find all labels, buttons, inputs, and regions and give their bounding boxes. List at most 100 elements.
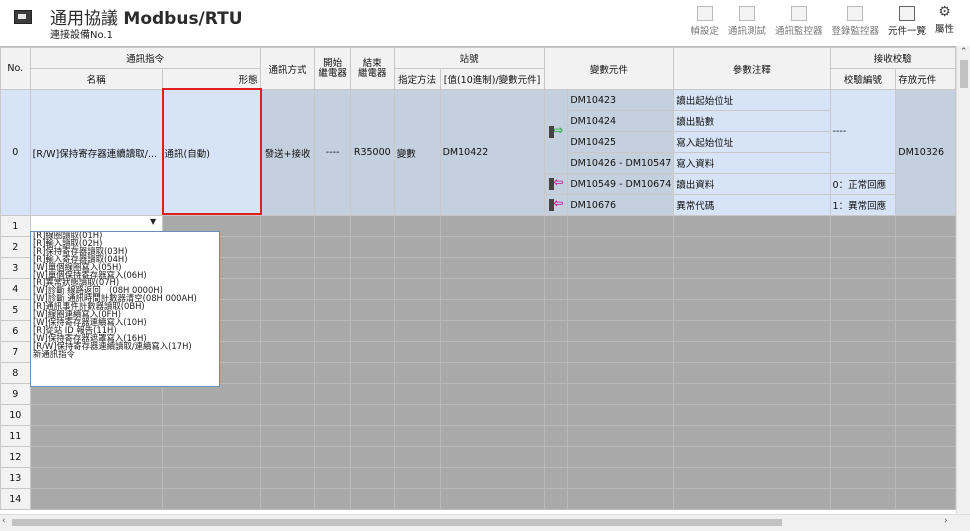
empty-cell[interactable] <box>439 383 545 405</box>
empty-cell[interactable] <box>314 341 351 363</box>
table-row[interactable]: 13 <box>0 467 956 489</box>
empty-cell[interactable] <box>439 341 545 363</box>
empty-cell[interactable] <box>259 488 316 510</box>
empty-cell[interactable] <box>314 446 351 468</box>
empty-cell[interactable] <box>673 236 831 258</box>
empty-cell[interactable] <box>393 362 441 384</box>
empty-cell[interactable] <box>314 257 351 279</box>
properties-button[interactable]: ⚙ 屬性 <box>935 5 954 37</box>
empty-cell[interactable] <box>829 362 897 384</box>
empty-cell[interactable] <box>567 467 675 489</box>
empty-cell[interactable] <box>567 362 675 384</box>
table-row[interactable]: 14 <box>0 488 956 510</box>
empty-cell[interactable] <box>439 404 545 426</box>
table-row[interactable]: 12 <box>0 446 956 468</box>
command-dropdown-list[interactable]: [R]線圈讀取(01H) [R]輸入讀取(02H) [R]保持寄存器讀取(03H)[… <box>30 231 220 387</box>
empty-cell[interactable] <box>259 383 316 405</box>
empty-cell[interactable] <box>895 446 956 468</box>
empty-cell[interactable] <box>314 488 351 510</box>
empty-cell[interactable] <box>393 383 441 405</box>
empty-cell[interactable] <box>29 404 163 426</box>
param-note-cell[interactable]: 讀出資料 <box>673 173 831 195</box>
empty-cell[interactable] <box>895 257 956 279</box>
empty-cell[interactable] <box>829 488 897 510</box>
param-note-cell[interactable]: 寫入起始位址 <box>673 131 831 153</box>
empty-cell[interactable] <box>673 488 831 510</box>
empty-cell[interactable] <box>829 299 897 321</box>
empty-cell[interactable] <box>259 341 316 363</box>
empty-cell[interactable] <box>161 425 261 447</box>
comm-monitor-button[interactable]: 通訊監控器 <box>775 6 822 37</box>
empty-cell[interactable] <box>829 425 897 447</box>
check-num-cell[interactable]: 0：正常回應 <box>829 173 897 195</box>
empty-cell[interactable] <box>439 299 545 321</box>
empty-cell[interactable] <box>259 362 316 384</box>
empty-cell[interactable] <box>314 467 351 489</box>
empty-cell[interactable] <box>543 446 569 468</box>
table-row[interactable]: 10 <box>0 404 956 426</box>
empty-cell[interactable] <box>543 257 569 279</box>
empty-cell[interactable] <box>393 236 441 258</box>
empty-cell[interactable] <box>259 467 316 489</box>
empty-cell[interactable] <box>543 299 569 321</box>
empty-cell[interactable] <box>543 383 569 405</box>
empty-cell[interactable] <box>829 404 897 426</box>
empty-cell[interactable] <box>349 236 395 258</box>
empty-cell[interactable] <box>161 488 261 510</box>
empty-cell[interactable] <box>673 383 831 405</box>
spec-method-cell[interactable]: 變數 <box>393 89 441 216</box>
empty-cell[interactable] <box>393 299 441 321</box>
empty-cell[interactable] <box>314 383 351 405</box>
empty-cell[interactable] <box>895 383 956 405</box>
empty-cell[interactable] <box>349 215 395 237</box>
empty-cell[interactable] <box>543 278 569 300</box>
var-device-cell[interactable]: DM10426 - DM10547 <box>567 152 675 174</box>
empty-cell[interactable] <box>673 446 831 468</box>
empty-cell[interactable] <box>259 257 316 279</box>
empty-cell[interactable] <box>543 341 569 363</box>
param-note-cell[interactable]: 讀出點數 <box>673 110 831 132</box>
empty-cell[interactable] <box>349 257 395 279</box>
cmd-name-cell[interactable]: [R/W]保持寄存器連續讀取/... <box>29 89 163 216</box>
empty-cell[interactable] <box>567 299 675 321</box>
param-note-cell[interactable]: 讀出起始位址 <box>673 89 831 111</box>
horizontal-scrollbar[interactable]: ‹ › <box>0 514 970 531</box>
empty-cell[interactable] <box>314 404 351 426</box>
empty-cell[interactable] <box>393 320 441 342</box>
empty-cell[interactable] <box>349 299 395 321</box>
empty-cell[interactable] <box>29 446 163 468</box>
empty-cell[interactable] <box>673 341 831 363</box>
empty-cell[interactable] <box>829 257 897 279</box>
empty-cell[interactable] <box>673 215 831 237</box>
empty-cell[interactable] <box>673 320 831 342</box>
empty-cell[interactable] <box>895 488 956 510</box>
empty-cell[interactable] <box>259 404 316 426</box>
empty-cell[interactable] <box>393 278 441 300</box>
empty-cell[interactable] <box>829 236 897 258</box>
param-note-cell[interactable]: 寫入資料 <box>673 152 831 174</box>
empty-cell[interactable] <box>895 299 956 321</box>
empty-cell[interactable] <box>29 425 163 447</box>
empty-cell[interactable] <box>439 215 545 237</box>
empty-cell[interactable] <box>314 425 351 447</box>
empty-cell[interactable] <box>543 467 569 489</box>
empty-cell[interactable] <box>314 278 351 300</box>
empty-cell[interactable] <box>439 278 545 300</box>
empty-cell[interactable] <box>895 236 956 258</box>
empty-cell[interactable] <box>567 257 675 279</box>
empty-cell[interactable] <box>439 320 545 342</box>
empty-cell[interactable] <box>393 215 441 237</box>
empty-cell[interactable] <box>567 215 675 237</box>
empty-cell[interactable] <box>567 446 675 468</box>
empty-cell[interactable] <box>829 320 897 342</box>
device-list-button[interactable]: 元件一覽 <box>888 6 926 37</box>
empty-cell[interactable] <box>393 467 441 489</box>
empty-cell[interactable] <box>829 467 897 489</box>
var-device-cell[interactable]: DM10676 <box>567 194 675 216</box>
empty-cell[interactable] <box>895 341 956 363</box>
empty-cell[interactable] <box>259 236 316 258</box>
empty-cell[interactable] <box>673 362 831 384</box>
var-device-cell[interactable]: DM10424 <box>567 110 675 132</box>
empty-cell[interactable] <box>349 320 395 342</box>
table-row[interactable]: 0 [R/W]保持寄存器連續讀取/... 通訊(自動) 發送+接收 ---- R… <box>0 89 956 216</box>
